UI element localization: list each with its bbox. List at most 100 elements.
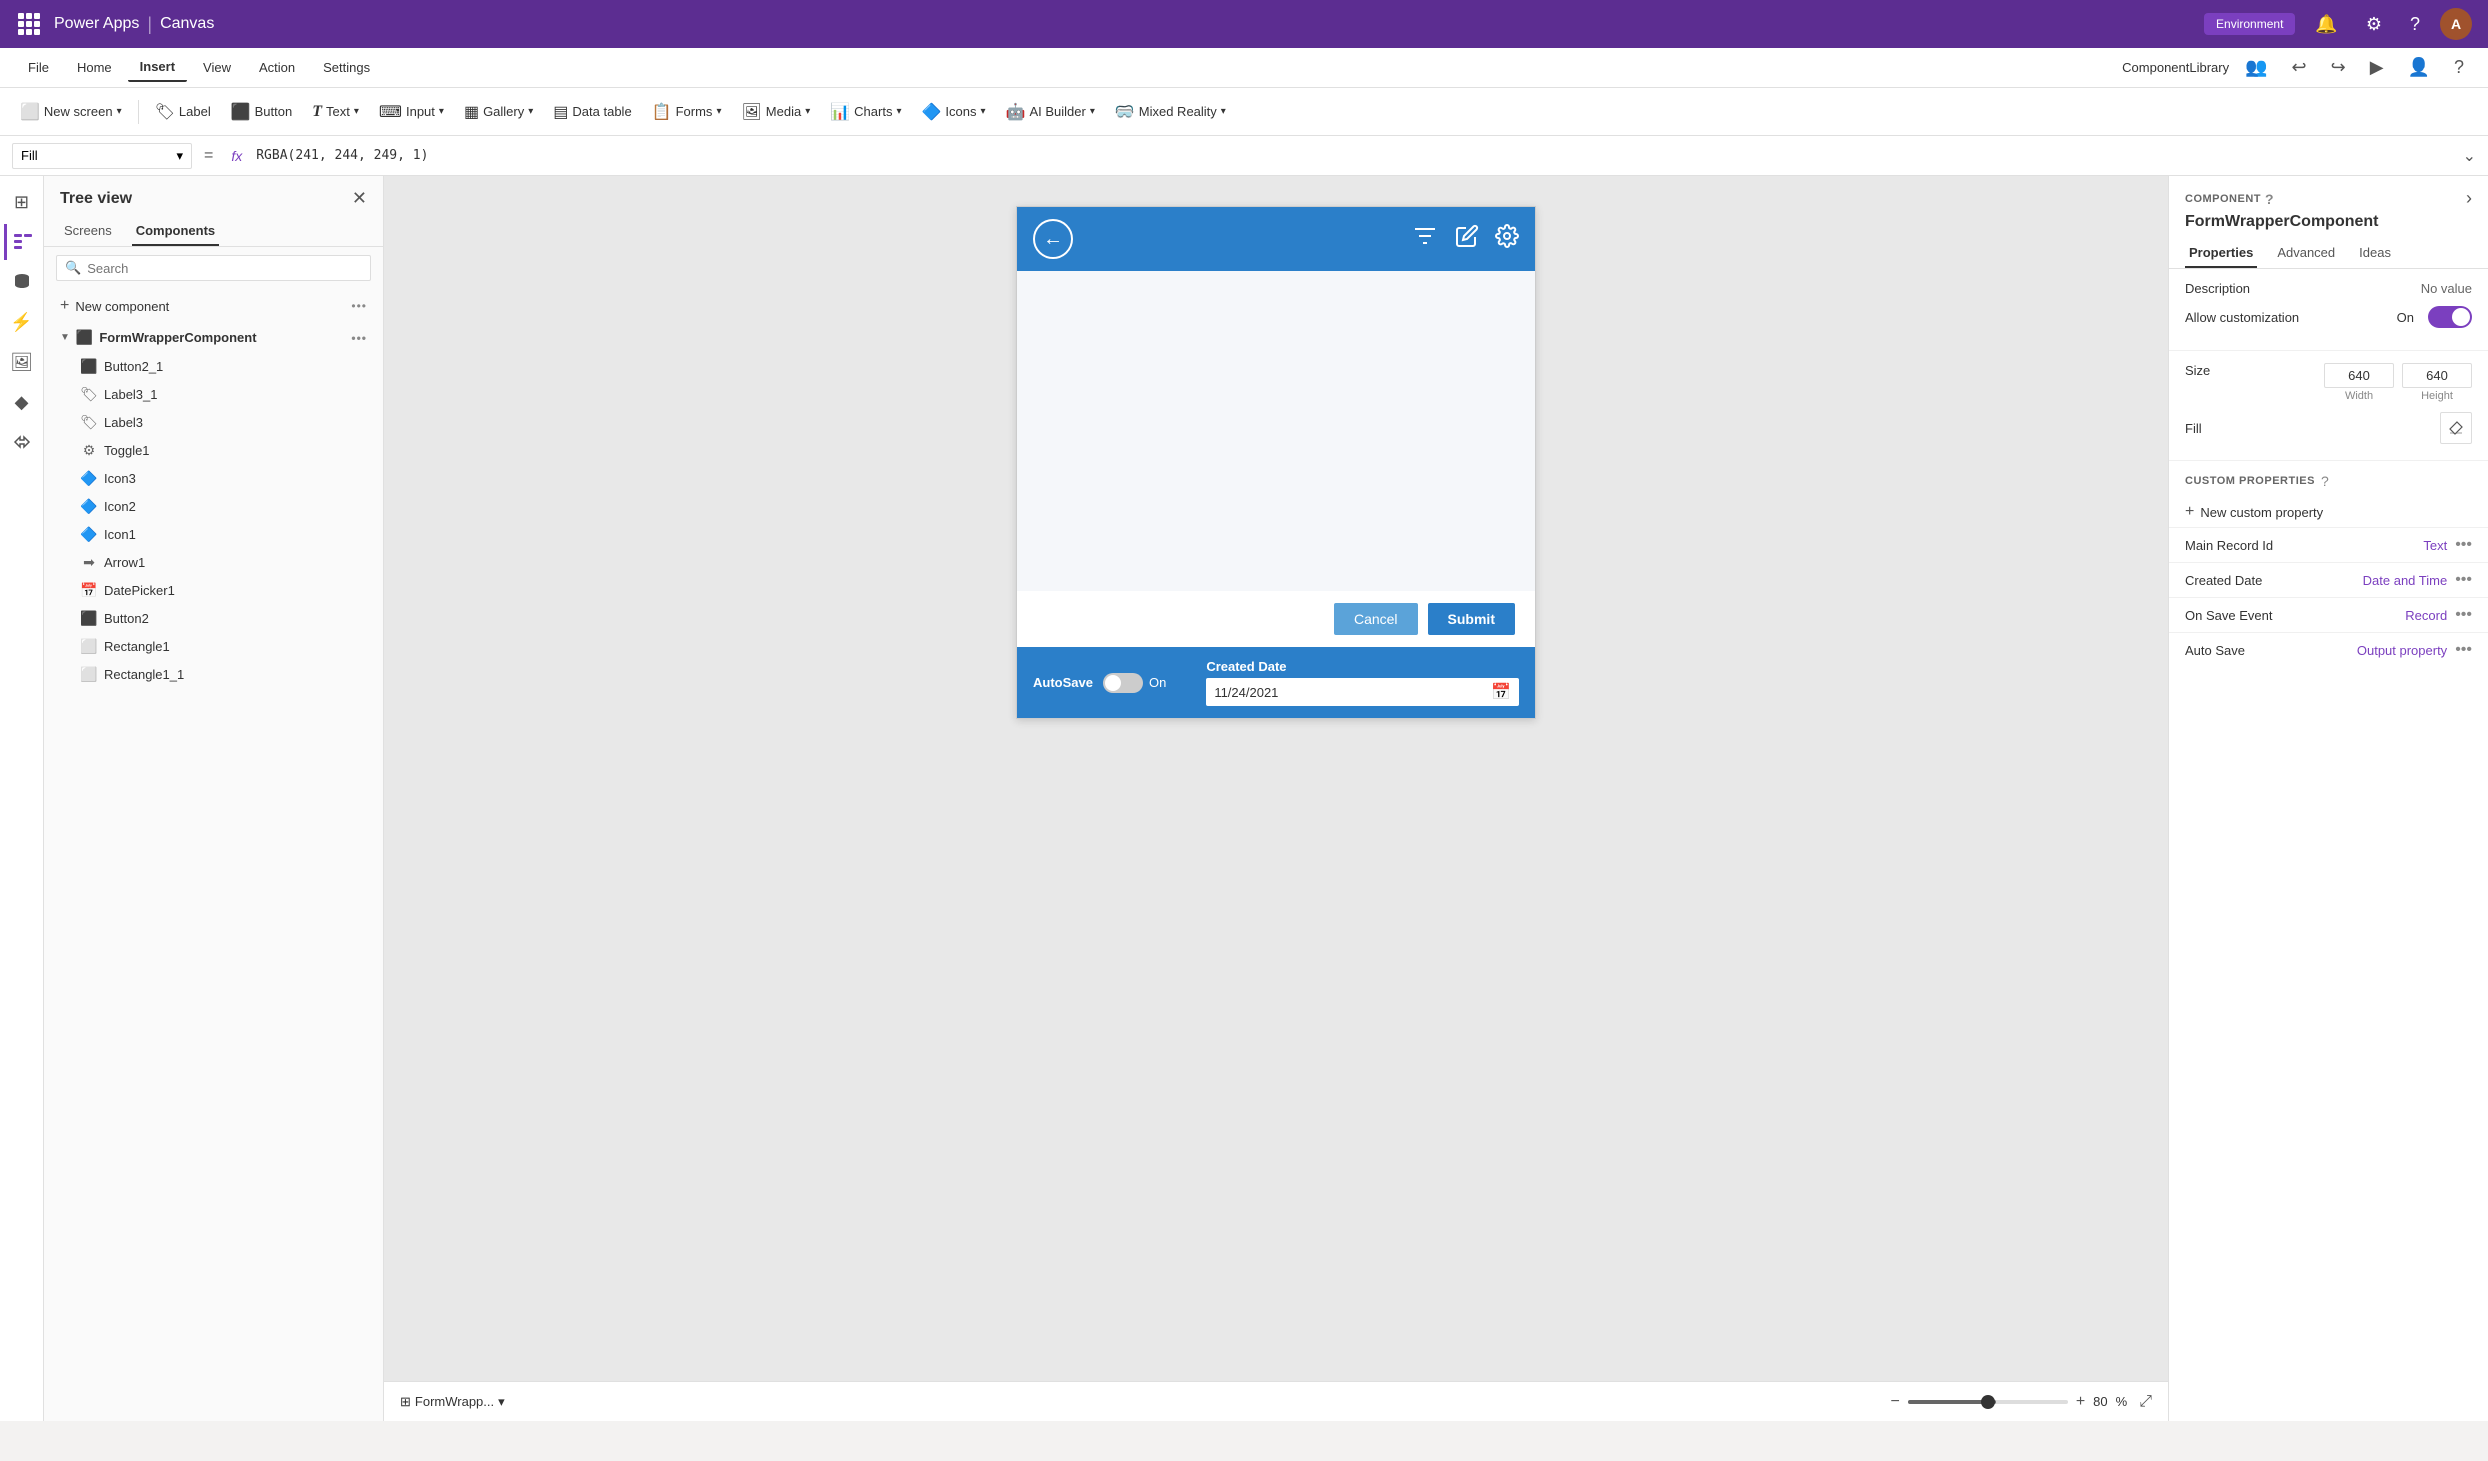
- left-icon-home[interactable]: ⊞: [4, 184, 40, 220]
- menu-view[interactable]: View: [191, 54, 243, 81]
- menu-insert[interactable]: Insert: [128, 53, 187, 82]
- right-tab-properties[interactable]: Properties: [2185, 239, 2257, 268]
- ribbon-input[interactable]: ⌨ Input ▾: [371, 98, 452, 126]
- tree-title: Tree view: [60, 190, 132, 208]
- component-help-icon[interactable]: ?: [2265, 191, 2274, 207]
- tree-item-rectangle1-1[interactable]: ⬜ Rectangle1_1 •••: [44, 660, 383, 688]
- autosave-toggle[interactable]: [1103, 673, 1143, 693]
- menu-bar: File Home Insert View Action Settings Co…: [0, 48, 2488, 88]
- charts-chevron: ▾: [896, 106, 901, 117]
- tree-item-rectangle1[interactable]: ⬜ Rectangle1 •••: [44, 632, 383, 660]
- ribbon-text[interactable]: T Text ▾: [304, 99, 367, 125]
- tree-item-label3-1[interactable]: 🏷 Label3_1 •••: [44, 380, 383, 408]
- zoom-plus-button[interactable]: +: [2076, 1393, 2085, 1411]
- tree-item-button2[interactable]: ⬛ Button2 •••: [44, 604, 383, 632]
- zoom-minus-button[interactable]: −: [1890, 1393, 1899, 1411]
- zoom-slider[interactable]: [1908, 1400, 2068, 1404]
- ribbon-gallery[interactable]: ▦ Gallery ▾: [456, 98, 541, 126]
- submit-button[interactable]: Submit: [1428, 603, 1515, 635]
- allow-customization-toggle[interactable]: [2428, 306, 2472, 328]
- ribbon-new-screen[interactable]: ⬜ New screen ▾: [12, 98, 130, 126]
- tree-close-button[interactable]: ✕: [352, 188, 367, 209]
- zoom-expand-icon[interactable]: ⤢: [2139, 1393, 2152, 1411]
- new-component-button[interactable]: + New component •••: [44, 289, 383, 323]
- left-icon-tree[interactable]: [4, 224, 40, 260]
- form-back-button[interactable]: ←: [1033, 219, 1073, 259]
- ribbon-mixed-reality[interactable]: 🥽 Mixed Reality ▾: [1107, 98, 1234, 126]
- canvas-component-label[interactable]: ⊞ FormWrapp... ▾: [400, 1394, 505, 1410]
- button-icon: ⬛: [231, 102, 251, 122]
- formula-dropdown[interactable]: Fill ▾: [12, 143, 192, 169]
- environment-label[interactable]: Environment: [2204, 13, 2295, 35]
- tree-tab-components[interactable]: Components: [132, 217, 219, 246]
- button2-1-label: Button2_1: [104, 359, 336, 374]
- tree-tab-screens[interactable]: Screens: [60, 217, 116, 246]
- settings-icon[interactable]: ⚙: [2358, 10, 2390, 39]
- person-icon[interactable]: 👤: [2400, 53, 2438, 82]
- auto-save-more[interactable]: •••: [2455, 641, 2472, 659]
- tree-item-arrow1[interactable]: ➡ Arrow1 •••: [44, 548, 383, 576]
- filter-icon[interactable]: [1411, 222, 1439, 257]
- text-icon: T: [312, 103, 322, 121]
- ribbon-label[interactable]: 🏷 Label: [147, 98, 219, 126]
- share-icon[interactable]: 👥: [2237, 53, 2275, 82]
- waffle-icon[interactable]: [16, 11, 42, 37]
- custom-properties-help-icon[interactable]: ?: [2321, 473, 2329, 489]
- new-component-more-icon[interactable]: •••: [351, 299, 367, 313]
- component-more-icon[interactable]: •••: [351, 331, 367, 345]
- menu-home[interactable]: Home: [65, 54, 124, 81]
- left-icon-components[interactable]: ◆: [4, 384, 40, 420]
- tree-item-icon3[interactable]: 🔷 Icon3 •••: [44, 464, 383, 492]
- ribbon-icons[interactable]: 🔷 Icons ▾: [913, 98, 993, 126]
- width-input-group: Width: [2324, 363, 2394, 402]
- tree-item-datepicker1[interactable]: 📅 DatePicker1 •••: [44, 576, 383, 604]
- created-date-more[interactable]: •••: [2455, 571, 2472, 589]
- help-menu-icon[interactable]: ?: [2446, 53, 2472, 82]
- left-icon-data[interactable]: [4, 264, 40, 300]
- undo-button[interactable]: ↩: [2284, 53, 2315, 82]
- ribbon-data-table[interactable]: ▤ Data table: [545, 98, 639, 126]
- formula-input[interactable]: [256, 148, 2454, 163]
- play-button[interactable]: ▶: [2362, 53, 2392, 82]
- calendar-icon[interactable]: 📅: [1491, 682, 1511, 702]
- new-custom-property-button[interactable]: + New custom property: [2169, 497, 2488, 527]
- help-icon[interactable]: ?: [2402, 10, 2428, 39]
- formula-fx-button[interactable]: fx: [225, 148, 248, 164]
- tree-item-icon1[interactable]: 🔷 Icon1 •••: [44, 520, 383, 548]
- gear-settings-icon[interactable]: [1495, 224, 1519, 255]
- ribbon-media[interactable]: 🖼 Media ▾: [733, 98, 818, 126]
- menu-action[interactable]: Action: [247, 54, 307, 81]
- tree-item-toggle1[interactable]: ⚙ Toggle1 •••: [44, 436, 383, 464]
- redo-button[interactable]: ↪: [2323, 53, 2354, 82]
- left-icon-variables[interactable]: [4, 424, 40, 460]
- tree-search-input[interactable]: [87, 261, 362, 276]
- left-icon-media[interactable]: 🖼: [4, 344, 40, 380]
- menu-file[interactable]: File: [16, 54, 61, 81]
- cancel-button[interactable]: Cancel: [1334, 603, 1418, 635]
- on-save-event-more[interactable]: •••: [2455, 606, 2472, 624]
- ribbon-forms[interactable]: 📋 Forms ▾: [644, 98, 730, 126]
- menu-settings[interactable]: Settings: [311, 54, 382, 81]
- right-panel-expand-icon[interactable]: ›: [2466, 188, 2472, 209]
- height-input[interactable]: [2402, 363, 2472, 388]
- main-record-id-more[interactable]: •••: [2455, 536, 2472, 554]
- fill-swatch[interactable]: [2440, 412, 2472, 444]
- notifications-icon[interactable]: 🔔: [2307, 10, 2345, 39]
- button2-icon: ⬛: [80, 610, 98, 627]
- description-value[interactable]: No value: [2421, 281, 2472, 296]
- edit-icon[interactable]: [1455, 224, 1479, 255]
- avatar[interactable]: A: [2440, 8, 2472, 40]
- tree-item-button2-1[interactable]: ⬛ Button2_1 •••: [44, 352, 383, 380]
- component-row[interactable]: ▼ ⬛ FormWrapperComponent •••: [44, 323, 383, 352]
- tree-item-icon2[interactable]: 🔷 Icon2 •••: [44, 492, 383, 520]
- ribbon-ai-builder[interactable]: 🤖 AI Builder ▾: [998, 98, 1103, 126]
- right-tab-advanced[interactable]: Advanced: [2273, 239, 2339, 268]
- ribbon-charts[interactable]: 📊 Charts ▾: [822, 98, 909, 126]
- component-expand-icon[interactable]: ▼: [60, 332, 70, 343]
- ribbon-button[interactable]: ⬛ Button: [223, 98, 301, 126]
- width-input[interactable]: [2324, 363, 2394, 388]
- left-icon-connections[interactable]: ⚡: [4, 304, 40, 340]
- right-tab-ideas[interactable]: Ideas: [2355, 239, 2395, 268]
- tree-item-label3[interactable]: 🏷 Label3 •••: [44, 408, 383, 436]
- formula-expand-icon[interactable]: ⌄: [2463, 146, 2476, 166]
